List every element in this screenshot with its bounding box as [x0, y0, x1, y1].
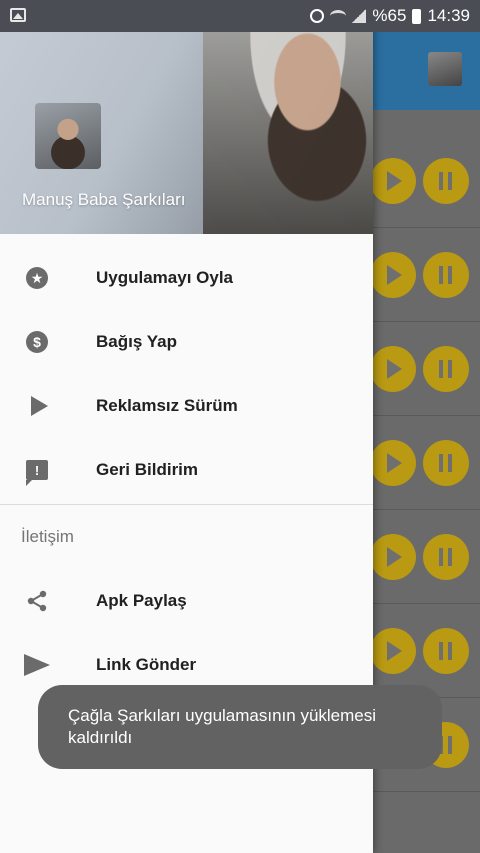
- play-icon[interactable]: [370, 252, 416, 298]
- pause-icon[interactable]: [423, 252, 469, 298]
- menu-item-rate-app[interactable]: ★ Uygulamayı Oyla: [0, 246, 373, 310]
- gallery-icon: [10, 8, 26, 22]
- menu-item-feedback[interactable]: ! Geri Bildirim: [0, 438, 373, 502]
- avatar[interactable]: [35, 103, 101, 169]
- drawer-title: Manuş Baba Şarkıları: [22, 190, 186, 209]
- menu-item-label: Reklamsız Sürüm: [96, 396, 238, 415]
- dollar-circle-icon: $: [25, 330, 49, 354]
- play-icon[interactable]: [370, 628, 416, 674]
- pause-icon[interactable]: [423, 628, 469, 674]
- toolbar-avatar[interactable]: [428, 52, 462, 86]
- header-photo: [203, 0, 373, 234]
- drawer-header: Manuş Baba Şarkıları: [0, 0, 373, 234]
- menu-item-label: Bağış Yap: [96, 332, 177, 351]
- menu-item-label: Geri Bildirim: [96, 460, 199, 479]
- menu-item-label: Apk Paylaş: [96, 591, 187, 610]
- toast-message: Çağla Şarkıları uygulamasının yüklemesi …: [38, 685, 442, 769]
- battery-icon: [412, 8, 422, 24]
- play-icon: [25, 394, 49, 418]
- clock: 14:39: [427, 6, 470, 25]
- section-label-contact: İletişim: [21, 527, 74, 546]
- feedback-icon: !: [25, 458, 49, 486]
- signal-icon: [352, 9, 367, 23]
- send-icon: [24, 653, 50, 677]
- play-icon[interactable]: [370, 158, 416, 204]
- play-icon[interactable]: [370, 346, 416, 392]
- share-icon: [25, 589, 49, 613]
- menu-item-ad-free[interactable]: Reklamsız Sürüm: [0, 374, 373, 438]
- status-bar: %65 14:39: [0, 0, 480, 32]
- alarm-icon: [310, 9, 325, 23]
- pause-icon[interactable]: [423, 158, 469, 204]
- battery-percent: %65: [372, 6, 407, 25]
- play-icon[interactable]: [370, 534, 416, 580]
- menu-item-share-apk[interactable]: Apk Paylaş: [0, 569, 373, 633]
- star-circle-icon: ★: [25, 266, 49, 290]
- play-icon[interactable]: [370, 440, 416, 486]
- menu-item-label: Link Gönder: [96, 655, 197, 674]
- drawer-menu: ★ Uygulamayı Oyla $ Bağış Yap Reklamsız …: [0, 246, 373, 697]
- pause-icon[interactable]: [423, 440, 469, 486]
- pause-icon[interactable]: [423, 346, 469, 392]
- menu-item-label: Uygulamayı Oyla: [96, 268, 234, 287]
- menu-item-donate[interactable]: $ Bağış Yap: [0, 310, 373, 374]
- pause-icon[interactable]: [423, 534, 469, 580]
- wifi-icon: [330, 10, 347, 22]
